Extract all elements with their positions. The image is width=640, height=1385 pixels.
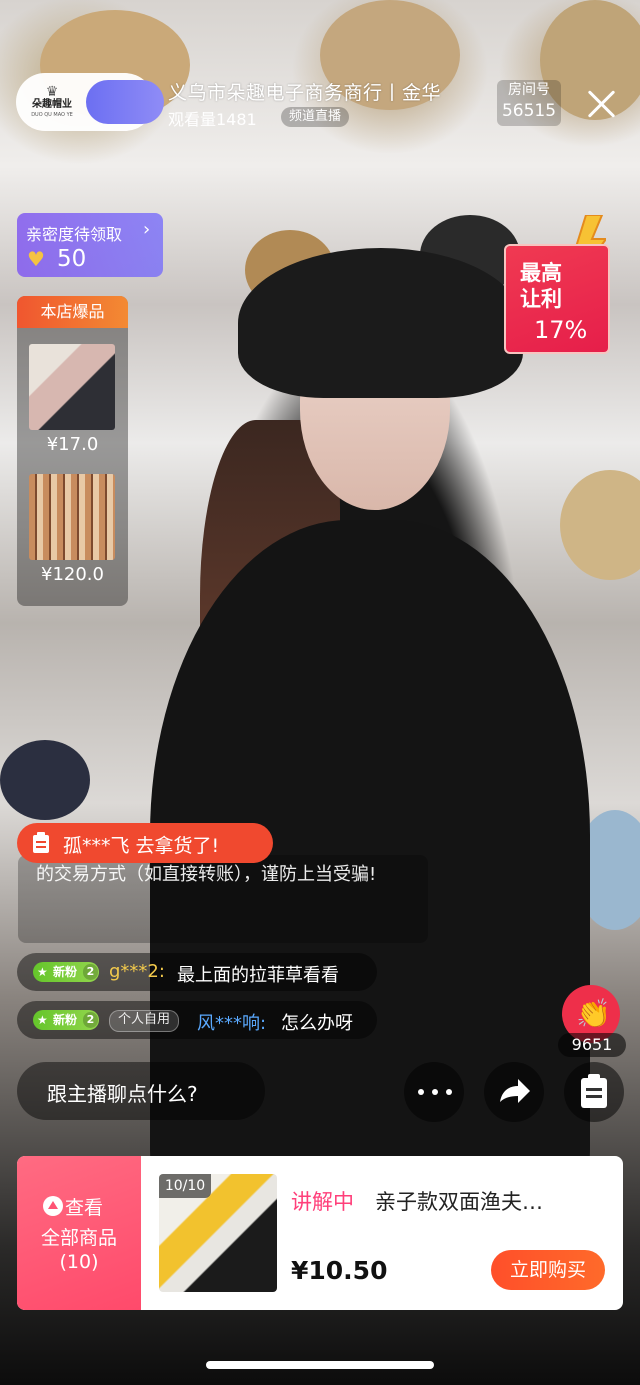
star-icon: ★ [37,965,48,979]
chat-input-placeholder: 跟主播聊点什么? [47,1082,198,1106]
background-hat [560,470,640,580]
background-hat [0,740,90,820]
purchase-notification: 孤***飞 去拿货了! [17,823,273,863]
chat-message: ★ 新粉 2 g***2: 最上面的拉菲草看看 [17,953,377,991]
clipboard-icon [581,1074,607,1108]
chat-username[interactable]: g***2: [109,961,165,982]
new-fan-badge: ★ 新粉 2 [33,962,99,982]
all-products-label: 全部商品 [40,1227,117,1249]
room-number: 56515 [501,101,557,121]
fan-level: 2 [83,964,98,980]
hot-product-price: ¥17.0 [46,434,99,455]
like-count: 9651 [558,1033,626,1057]
chevron-right-icon: › [143,219,151,240]
home-indicator[interactable] [206,1361,434,1369]
promo-percent: 17% [534,316,588,344]
channel-tag[interactable]: 频道直播 [281,107,350,127]
crown-icon: ♛ [45,84,59,100]
intimacy-value: 50 [57,246,87,272]
chat-message: ★ 新粉 2 个人自用 风***响: 怎么办呀 [17,1001,377,1039]
host-hat [238,248,523,398]
chat-input[interactable]: 跟主播聊点什么? [17,1062,265,1120]
notification-text: 孤***飞 去拿货了! [63,835,220,857]
shop-logo[interactable]: ♛ 朵趣帽业 DUO QU MAO YE [22,79,82,125]
chat-text: 怎么办呀 [281,1013,353,1034]
image-counter: 10/10 [159,1174,211,1198]
personal-use-tag: 个人自用 [109,1010,180,1032]
fan-level: 2 [83,1012,98,1028]
product-price: ¥10.50 [291,1256,388,1285]
view-label: 查看 [65,1197,104,1219]
hot-products-title: 本店爆品 [17,296,128,328]
close-icon[interactable] [584,86,620,122]
shop-logo-subtitle: DUO QU MAO YE [31,112,73,118]
follow-button[interactable] [86,80,164,124]
hot-products-panel: 本店爆品 ¥17.0 ¥120.0 [17,296,128,606]
room-number-badge: 房间号 56515 [497,80,561,126]
product-image[interactable]: 10/10 [159,1174,277,1292]
promo-line-1: 最高 [520,261,562,285]
shop-profile-pill[interactable]: ♛ 朵趣帽业 DUO QU MAO YE [16,73,164,131]
more-dots-icon [418,1089,452,1095]
hot-product-image[interactable] [29,474,115,560]
fan-badge-label: 新粉 [53,965,78,979]
system-warning-message: 的交易方式（如直接转账），谨防上当受骗! [18,855,428,943]
shop-logo-name: 朵趣帽业 [32,99,72,110]
share-button[interactable] [484,1062,544,1122]
view-all-products-button[interactable]: 查看 全部商品 (10) [17,1156,141,1310]
new-fan-badge: ★ 新粉 2 [33,1010,99,1030]
room-label: 房间号 [508,82,550,98]
max-discount-badge[interactable]: 最高 让利 17% [504,244,610,354]
chat-username[interactable]: 风***响: [197,1009,266,1035]
intimacy-label: 亲密度待领取 [26,225,123,244]
star-icon: ★ [37,1013,48,1027]
current-product-card[interactable]: 查看 全部商品 (10) 10/10 讲解中 亲子款双面渔夫… ¥10.50 立… [17,1156,623,1310]
chat-text: 最上面的拉菲草看看 [177,965,339,986]
clipboard-button[interactable] [564,1062,624,1122]
clap-icon: 👏 [576,997,611,1030]
order-icon [33,832,49,853]
explaining-status: 讲解中 [291,1190,354,1214]
buy-now-button[interactable]: 立即购买 [491,1250,605,1290]
share-icon [500,1079,530,1103]
more-button[interactable] [404,1062,464,1122]
system-warning-text: 的交易方式（如直接转账），谨防上当受骗! [36,864,377,885]
product-count: (10) [59,1251,99,1273]
promo-line-2: 让利 [520,287,562,311]
intimacy-reward-button[interactable]: 亲密度待领取 › ♥ 50 [17,213,163,277]
heart-icon: ♥ [27,247,45,271]
hot-product-price: ¥120.0 [41,564,104,585]
hot-product-image[interactable] [29,344,115,430]
stream-title: 义乌市朵趣电子商务商行丨金华 [168,82,442,104]
product-name[interactable]: 亲子款双面渔夫… [375,1186,543,1216]
fan-badge-label: 新粉 [53,1013,78,1027]
arrow-up-icon [43,1196,63,1216]
viewer-count: 观看量1481 [168,110,257,129]
